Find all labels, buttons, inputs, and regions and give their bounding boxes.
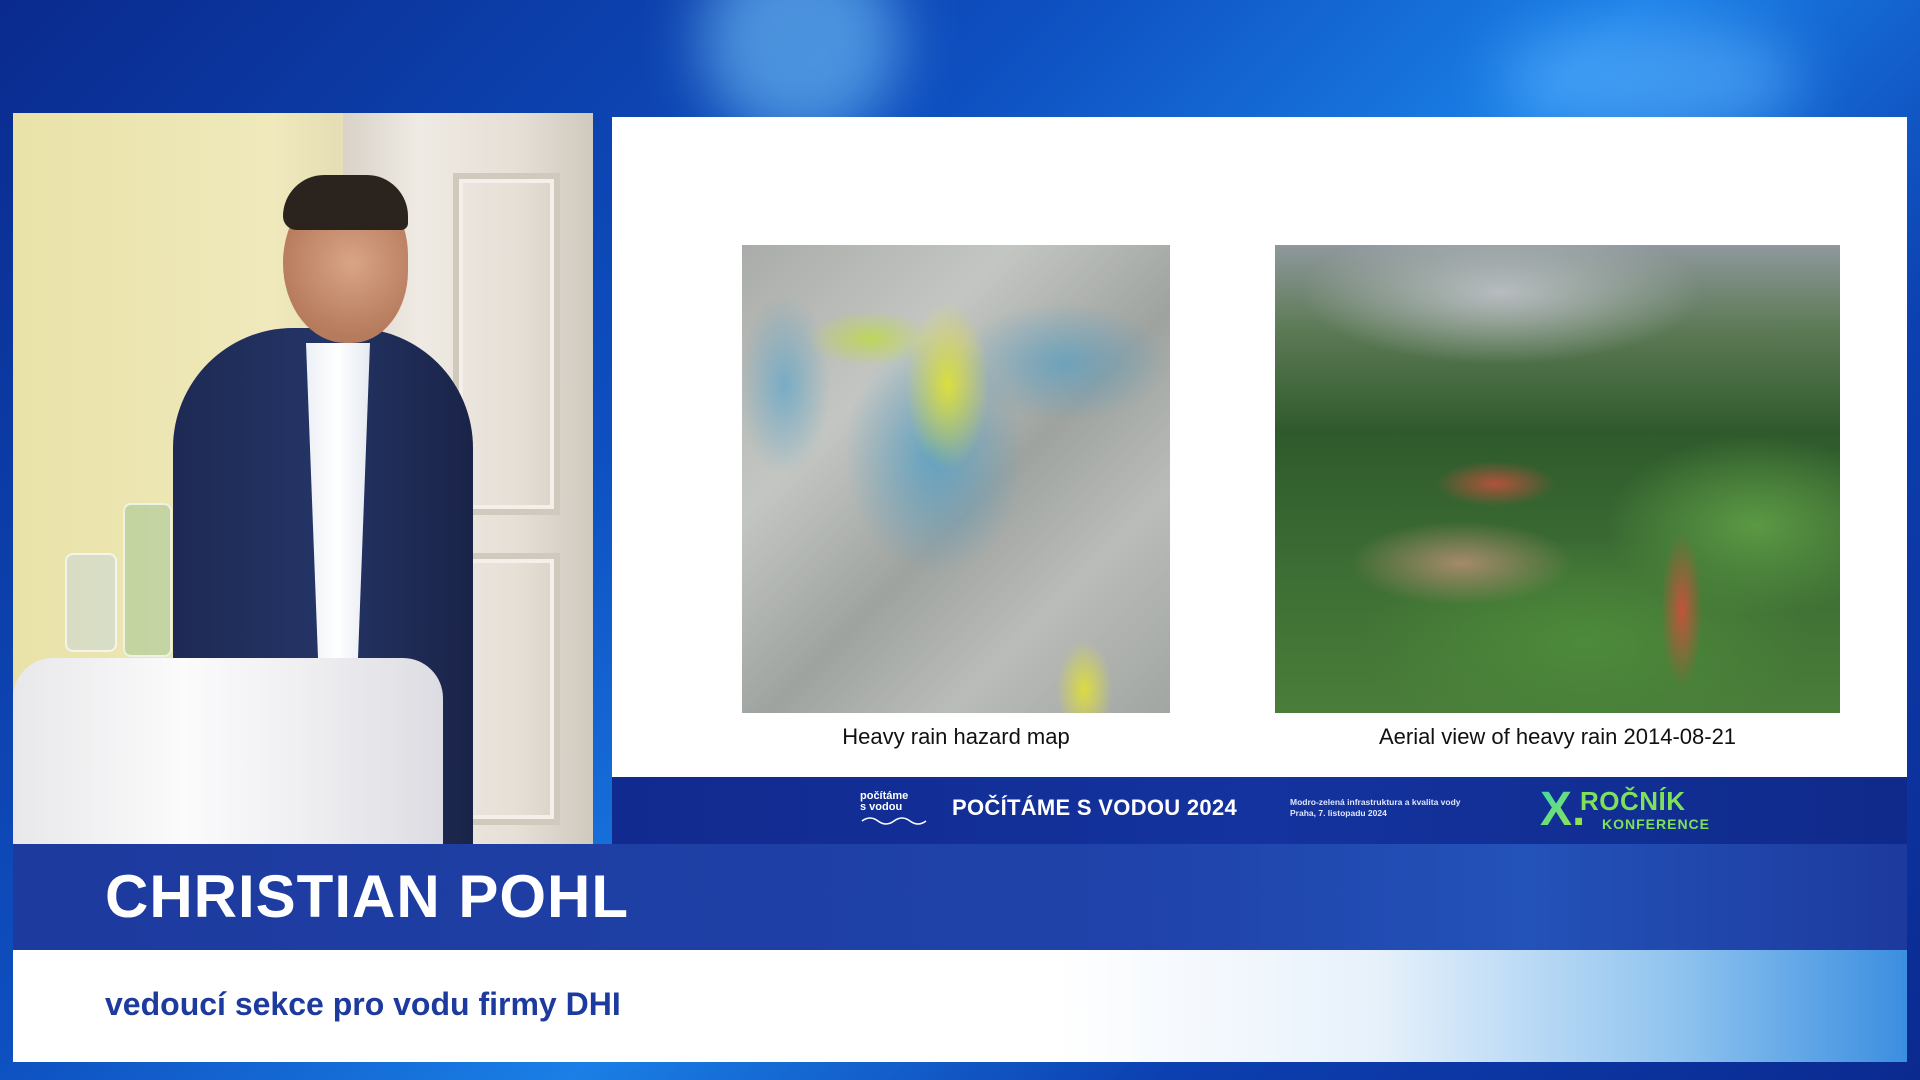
conference-logo: počítáme s vodou: [860, 791, 930, 827]
hazard-map-image: [742, 245, 1170, 713]
speaker-camera-feed: [13, 113, 593, 844]
wave-icon: [861, 817, 927, 825]
aerial-photo-caption: Aerial view of heavy rain 2014-08-21: [1378, 724, 1737, 749]
conference-banner: počítáme s vodou POČÍTÁME S VODOU 2024 M…: [612, 777, 1907, 844]
speaker-hair: [283, 175, 408, 230]
conference-subtitle-line: Modro-zelená infrastruktura a kvalita vo…: [1290, 797, 1461, 807]
cocktail-table: [13, 658, 443, 844]
edition-word: ROČNÍK: [1580, 786, 1686, 816]
water-bottle: [123, 503, 172, 657]
edition-sub: KONFERENCE: [1602, 816, 1711, 832]
aerial-photo-image: [1275, 245, 1840, 713]
edition-badge: X. ROČNÍK KONFERENCE: [1540, 783, 1730, 836]
hazard-map-caption: Heavy rain hazard map: [842, 724, 1070, 749]
conference-subtitle: Modro-zelená infrastruktura a kvalita vo…: [1290, 797, 1461, 819]
conference-title: POČÍTÁME S VODOU 2024: [952, 795, 1238, 820]
drinking-glass: [65, 553, 117, 652]
conference-date-line: Praha, 7. listopadu 2024: [1290, 808, 1387, 818]
speaker-role: vedoucí sekce pro vodu firmy DHI: [105, 986, 621, 1022]
presentation-slide: Heavy rain hazard map Aerial view of hea…: [612, 117, 1907, 777]
logo-line-2: s vodou: [860, 801, 903, 813]
speaker-name: CHRISTIAN POHL: [105, 863, 629, 930]
broadcast-frame: Heavy rain hazard map Aerial view of hea…: [0, 0, 1920, 1080]
lower-third-role-bar: vedoucí sekce pro vodu firmy DHI: [13, 950, 1907, 1062]
edition-numeral: X.: [1540, 783, 1586, 836]
lower-third-name-bar: CHRISTIAN POHL: [13, 844, 1907, 950]
